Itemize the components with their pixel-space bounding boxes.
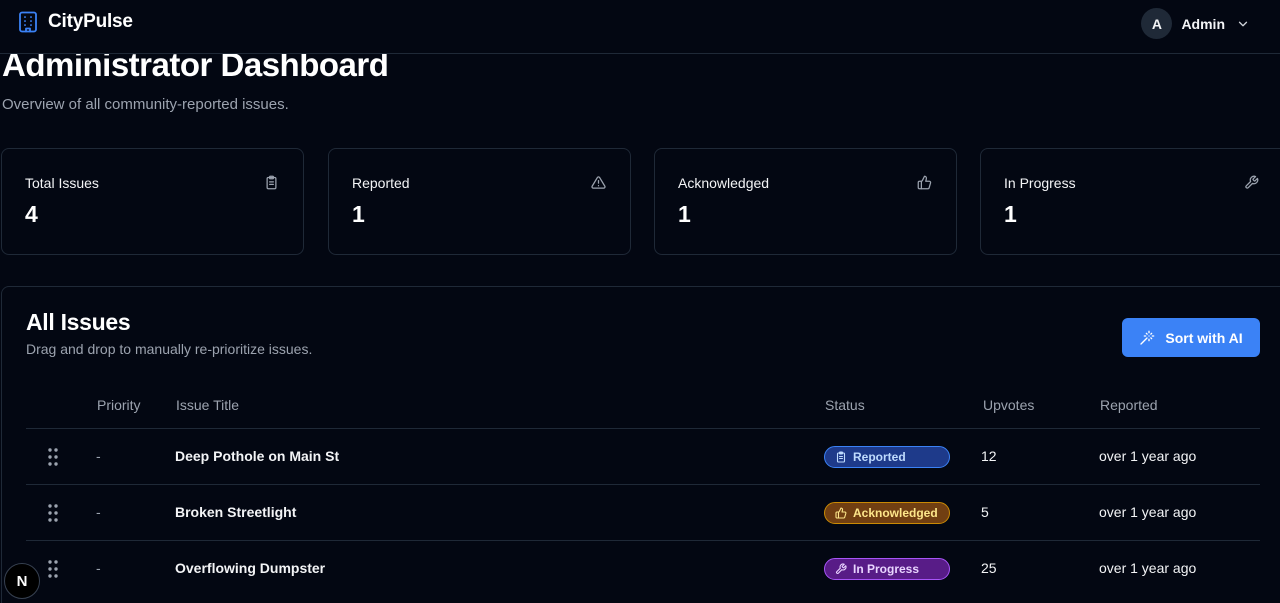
status-badge: Reported [824,446,950,468]
dev-tools-badge[interactable]: N [4,563,40,599]
table-row[interactable]: - Deep Pothole on Main St Reported 12 ov… [26,428,1260,484]
column-header-status[interactable]: Status [825,397,865,413]
status-label: In Progress [853,562,920,576]
stat-label: In Progress [1004,175,1076,191]
sort-with-ai-button[interactable]: Sort with AI [1122,318,1260,357]
stat-card-acknowledged: Acknowledged 1 [654,148,957,255]
table-row[interactable]: - Broken Streetlight Acknowledged 5 over… [26,484,1260,540]
drag-handle-icon[interactable] [47,559,59,579]
wrench-icon [835,563,847,575]
status-label: Reported [853,450,906,464]
stat-card-total-issues: Total Issues 4 [1,148,304,255]
issue-title-cell[interactable]: Broken Streetlight [175,504,296,520]
stat-card-reported: Reported 1 [328,148,631,255]
status-badge: In Progress [824,558,950,580]
user-menu[interactable]: A Admin [1141,8,1250,39]
user-name: Admin [1181,15,1225,32]
column-header-reported[interactable]: Reported [1100,397,1158,413]
stat-label: Acknowledged [678,175,770,191]
issue-title-cell[interactable]: Deep Pothole on Main St [175,448,339,464]
priority-cell: - [96,448,101,464]
avatar: A [1141,8,1173,39]
status-label: Acknowledged [853,506,938,520]
thumbs-up-icon [835,507,847,519]
reported-cell: over 1 year ago [1099,504,1197,520]
stat-value: 1 [352,201,365,227]
brand[interactable]: CityPulse [18,11,133,33]
upvotes-cell: 5 [981,504,989,520]
priority-cell: - [96,560,101,576]
panel-description: Drag and drop to manually re-prioritize … [26,341,313,357]
upvotes-cell: 12 [981,448,997,464]
clipboard-icon [266,175,277,190]
thumbs-up-icon [917,175,932,190]
stat-card-in-progress: In Progress 1 [980,148,1280,255]
table-row[interactable]: - Overflowing Dumpster In Progress 25 ov… [26,540,1260,596]
warning-icon [591,176,606,189]
top-navbar: CityPulse A Admin [0,0,1280,54]
reported-cell: over 1 year ago [1099,448,1197,464]
column-header-priority[interactable]: Priority [97,397,141,413]
magic-wand-icon [1140,330,1155,345]
column-header-upvotes[interactable]: Upvotes [983,397,1034,413]
status-badge: Acknowledged [824,502,950,524]
upvotes-cell: 25 [981,560,997,576]
drag-handle-icon[interactable] [47,447,59,467]
building-icon [19,11,37,33]
clipboard-icon [836,451,846,463]
wrench-icon [1245,175,1259,189]
panel-title: All Issues [26,309,131,335]
column-header-issue-title[interactable]: Issue Title [176,397,239,413]
stat-value: 1 [1004,201,1017,227]
reported-cell: over 1 year ago [1099,560,1197,576]
drag-handle-icon[interactable] [47,503,59,523]
app-name: CityPulse [48,11,133,32]
chevron-down-icon [1238,21,1248,26]
stat-value: 4 [25,201,38,227]
priority-cell: - [96,504,101,520]
stat-value: 1 [678,201,691,227]
page-subtitle: Overview of all community-reported issue… [2,96,289,113]
sort-with-ai-label: Sort with AI [1165,329,1243,346]
issues-panel: All Issues Drag and drop to manually re-… [1,286,1280,603]
issue-title-cell[interactable]: Overflowing Dumpster [175,560,325,576]
stat-label: Total Issues [25,175,99,191]
stat-label: Reported [352,175,410,191]
